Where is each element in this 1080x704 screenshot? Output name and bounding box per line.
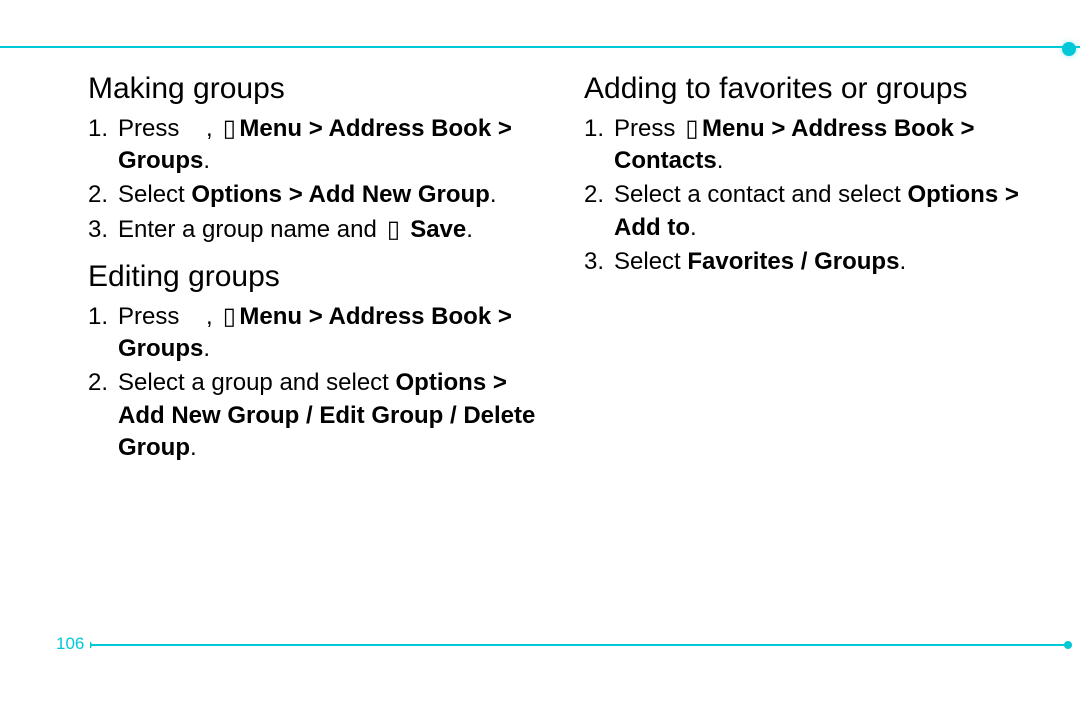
- step-bold: Favorites / Groups: [687, 248, 899, 275]
- step-text: ,: [206, 115, 219, 142]
- page-number: 106: [50, 634, 90, 654]
- step-text: Select a group and select: [118, 369, 396, 396]
- step-text: .: [690, 214, 697, 241]
- step-text: .: [490, 181, 497, 208]
- step-bold: Save: [410, 216, 466, 243]
- step-bold: Options > Add New Group: [191, 181, 489, 208]
- section-adding-favorites: Adding to favorites or groups Press ▯Men…: [584, 72, 1040, 278]
- step-text: .: [717, 147, 724, 174]
- step-text: Select a contact and select: [614, 181, 908, 208]
- left-column: Making groups Press , ▯Menu > Address Bo…: [88, 72, 544, 479]
- key-icon: ▯: [219, 113, 239, 145]
- header-rule: [0, 46, 1080, 48]
- footer-rule: [88, 644, 1068, 646]
- section-heading: Editing groups: [88, 260, 544, 295]
- step-text: .: [203, 335, 210, 362]
- step-item: Select a group and select Options > Add …: [88, 367, 544, 464]
- step-text: .: [899, 248, 906, 275]
- section-heading: Making groups: [88, 72, 544, 107]
- page-content: Making groups Press , ▯Menu > Address Bo…: [88, 72, 1040, 479]
- step-text: Select: [118, 181, 191, 208]
- step-item: Press , ▯Menu > Address Book > Groups.: [88, 113, 544, 178]
- step-text: Press: [118, 115, 186, 142]
- key-icon: ▯: [219, 301, 239, 333]
- step-text: .: [203, 147, 210, 174]
- step-text: .: [190, 434, 197, 461]
- steps-list: Press , ▯Menu > Address Book > Groups. S…: [88, 113, 544, 247]
- steps-list: Press ▯Menu > Address Book > Contacts. S…: [584, 113, 1040, 279]
- step-text: ,: [206, 303, 219, 330]
- key-icon: ▯: [682, 113, 702, 145]
- steps-list: Press , ▯Menu > Address Book > Groups. S…: [88, 301, 544, 465]
- step-text: .: [466, 216, 473, 243]
- step-text: Press: [118, 303, 186, 330]
- step-text: Enter a group name and: [118, 216, 384, 243]
- step-text: Select: [614, 248, 687, 275]
- key-icon: ▯: [384, 214, 404, 246]
- step-item: Press ▯Menu > Address Book > Contacts.: [584, 113, 1040, 178]
- step-item: Select a contact and select Options > Ad…: [584, 179, 1040, 244]
- step-item: Select Options > Add New Group.: [88, 179, 544, 211]
- step-item: Select Favorites / Groups.: [584, 246, 1040, 278]
- section-heading: Adding to favorites or groups: [584, 72, 1040, 107]
- step-item: Enter a group name and ▯ Save.: [88, 214, 544, 246]
- right-column: Adding to favorites or groups Press ▯Men…: [584, 72, 1040, 479]
- section-making-groups: Making groups Press , ▯Menu > Address Bo…: [88, 72, 544, 246]
- step-item: Press , ▯Menu > Address Book > Groups.: [88, 301, 544, 366]
- step-text: Press: [614, 115, 682, 142]
- header-dot-icon: [1062, 42, 1076, 56]
- section-editing-groups: Editing groups Press , ▯Menu > Address B…: [88, 260, 544, 464]
